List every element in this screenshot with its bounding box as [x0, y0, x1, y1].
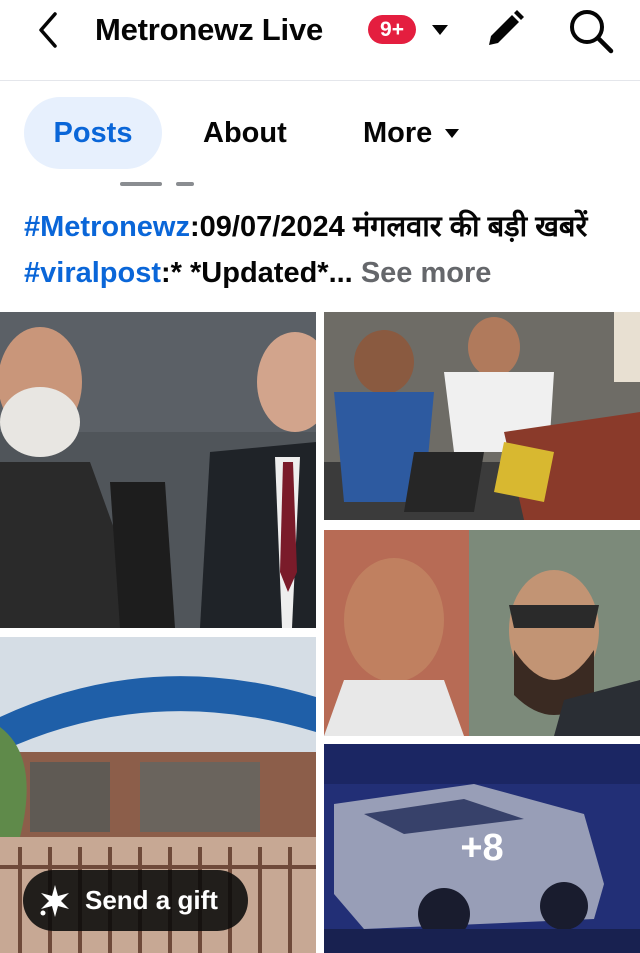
send-gift-button[interactable]: Send a gift	[23, 870, 248, 931]
photo-tile[interactable]	[0, 312, 316, 628]
back-button[interactable]	[28, 10, 68, 50]
photo-crowd-scene	[324, 312, 640, 520]
scrolled-content-remnant	[120, 170, 230, 186]
photo-tile-more[interactable]: +8	[324, 744, 640, 953]
search-button[interactable]	[566, 6, 616, 56]
title-dropdown-button[interactable]	[428, 20, 452, 40]
photo-tile[interactable]	[324, 530, 640, 736]
photo-tile[interactable]	[324, 312, 640, 520]
post-text-part: :09/07/2024 मंगलवार की बड़ी खबरें	[189, 211, 588, 243]
tab-posts[interactable]: Posts	[24, 97, 162, 169]
photo-two-leaders	[0, 312, 316, 628]
caret-down-icon	[432, 25, 448, 35]
hashtag-link[interactable]: #viralpost	[24, 257, 161, 289]
gift-sparkle-icon	[40, 884, 69, 917]
tab-more[interactable]: More	[363, 97, 460, 169]
send-gift-label: Send a gift	[85, 885, 218, 915]
tab-more-label: More	[363, 116, 433, 149]
pencil-icon	[489, 10, 524, 45]
see-more-link[interactable]: See more	[361, 257, 492, 289]
search-icon	[570, 10, 614, 54]
tab-about[interactable]: About	[203, 97, 287, 169]
post-text-part: :* *Updated*...	[161, 257, 353, 289]
notification-badge: 9+	[368, 15, 416, 44]
more-photos-count: +8	[324, 744, 640, 953]
post-media-grid: +8	[0, 312, 640, 953]
chevron-left-icon	[39, 12, 57, 48]
hashtag-link[interactable]: #Metronewz	[24, 211, 190, 243]
page-title[interactable]: Metronewz Live	[95, 12, 323, 48]
edit-button[interactable]	[484, 8, 526, 50]
top-bar: Metronewz Live 9+	[0, 0, 640, 81]
post-text: #Metronewz:09/07/2024 मंगलवार की बड़ी खब…	[24, 204, 624, 296]
caret-down-icon	[445, 128, 460, 138]
photo-two-portraits	[324, 530, 640, 736]
profile-tabs: Posts About More	[0, 82, 640, 182]
